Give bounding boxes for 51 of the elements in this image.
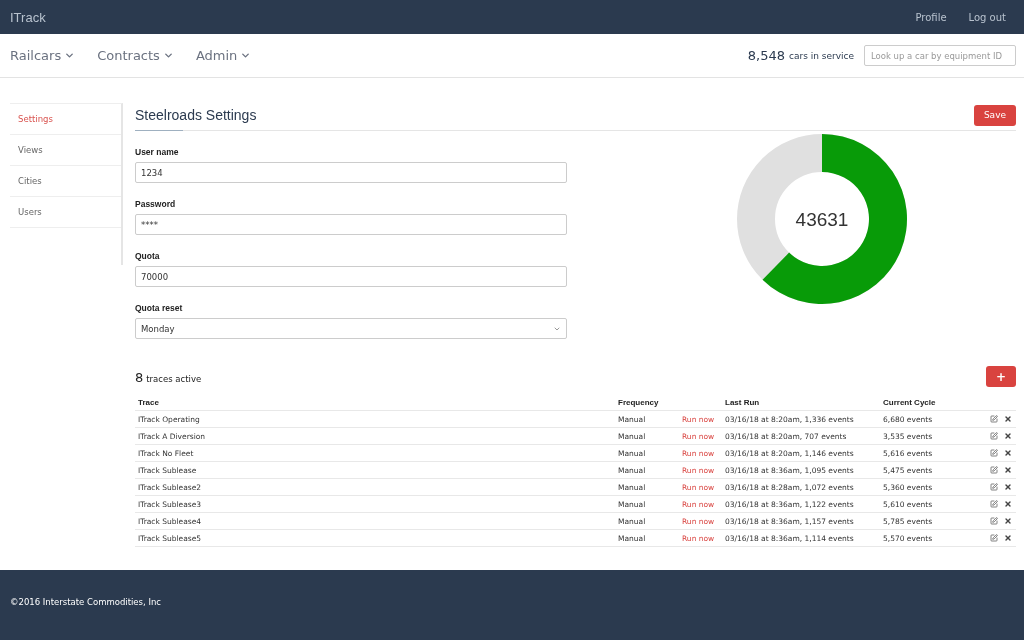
field-label: Password — [135, 199, 177, 209]
column-header: Frequency — [618, 398, 660, 407]
field-label: Quota — [135, 251, 161, 261]
edit-icon[interactable] — [990, 534, 998, 542]
edit-icon[interactable] — [990, 466, 998, 474]
select-field[interactable]: Monday — [135, 318, 567, 339]
edit-icon[interactable] — [990, 483, 998, 491]
nav-menu[interactable]: Admin — [195, 48, 252, 63]
trace-count-label: traces active — [146, 374, 202, 384]
close-icon[interactable] — [1004, 483, 1012, 491]
nav-menu[interactable]: Railcars — [10, 48, 76, 63]
close-icon[interactable] — [1004, 500, 1012, 508]
column-header: Last Run — [725, 398, 761, 407]
car-count-label: cars in service — [788, 50, 854, 61]
caret-icon — [162, 50, 174, 61]
trace-count: 8 — [135, 370, 144, 385]
field-label: Quota reset — [135, 303, 184, 313]
add-button[interactable]: + — [985, 366, 1016, 387]
sidebar-item[interactable]: Views — [10, 135, 121, 166]
column-header: Trace — [138, 398, 160, 407]
page-title: Steelroads Settings — [135, 107, 257, 123]
nav-menu[interactable]: Contracts — [97, 48, 174, 63]
search-field[interactable]: Look up a car by equipment ID — [864, 45, 1016, 66]
column-header: Current Cycle — [883, 398, 937, 407]
input-field[interactable]: 70000 — [135, 266, 567, 287]
copyright: ©2016 Interstate Commodities, Inc — [10, 597, 161, 607]
close-icon[interactable] — [1004, 415, 1012, 423]
sidebar-item[interactable]: Settings — [10, 104, 121, 135]
gauge-value: 43631 — [795, 209, 848, 230]
save-button[interactable]: Save — [973, 104, 1016, 126]
sidebar-item[interactable]: Users — [10, 197, 121, 228]
sidebar-item[interactable]: Cities — [10, 166, 121, 197]
caret-icon — [64, 50, 76, 61]
edit-icon[interactable] — [990, 432, 998, 440]
caret-icon — [240, 50, 252, 61]
car-count: 8,548 — [747, 48, 785, 63]
input-field[interactable]: **** — [135, 214, 567, 235]
close-icon[interactable] — [1004, 466, 1012, 474]
edit-icon[interactable] — [990, 500, 998, 508]
close-icon[interactable] — [1004, 517, 1012, 525]
brand: ITrack — [10, 9, 46, 25]
top-link[interactable]: Profile — [915, 11, 947, 23]
edit-icon[interactable] — [990, 415, 998, 423]
edit-icon[interactable] — [990, 449, 998, 457]
field-label: User name — [135, 147, 180, 157]
close-icon[interactable] — [1004, 449, 1012, 457]
top-link[interactable]: Log out — [968, 11, 1006, 23]
input-field[interactable]: 1234 — [135, 162, 567, 183]
close-icon[interactable] — [1004, 432, 1012, 440]
close-icon[interactable] — [1004, 534, 1012, 542]
edit-icon[interactable] — [990, 517, 998, 525]
